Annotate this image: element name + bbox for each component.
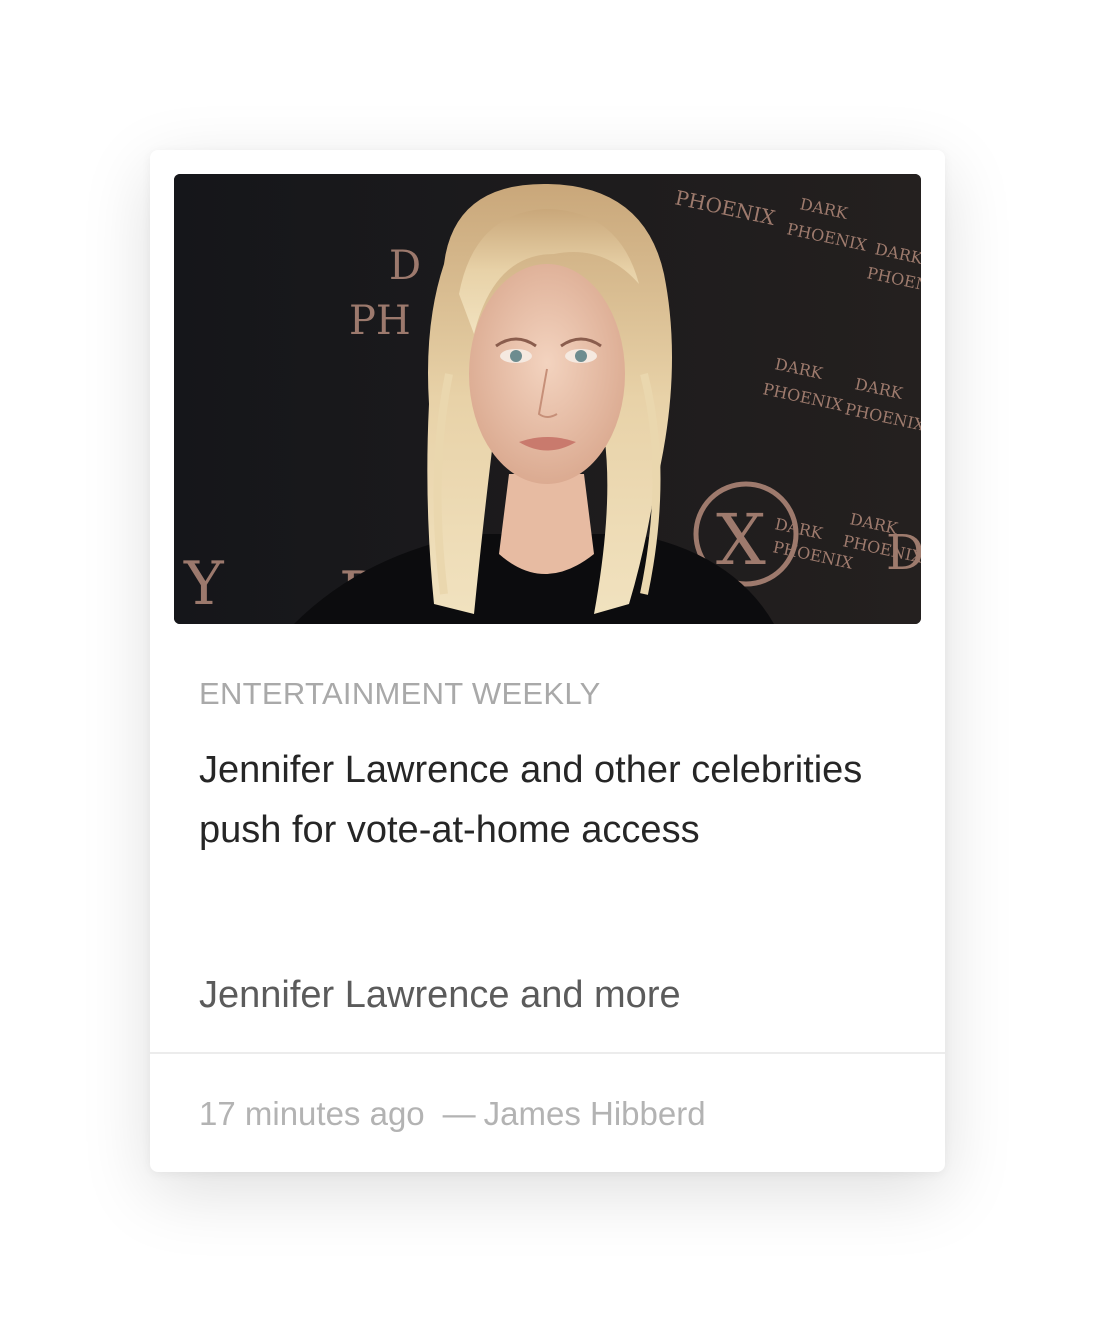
news-card[interactable]: D PH PHOENIX DARK PHOENIX DARK PHOENIX D…	[150, 150, 945, 1172]
article-photo: D PH PHOENIX DARK PHOENIX DARK PHOENIX D…	[174, 174, 921, 624]
article-summary: Jennifer Lawrence and more	[199, 974, 681, 1016]
article-image[interactable]: D PH PHOENIX DARK PHOENIX DARK PHOENIX D…	[174, 174, 921, 624]
svg-text:Y: Y	[183, 549, 225, 619]
svg-text:PH: PH	[349, 298, 411, 344]
timestamp: 17 minutes ago	[199, 1095, 425, 1132]
svg-text:DA: DA	[886, 525, 921, 581]
svg-text:X: X	[716, 499, 766, 581]
article-headline[interactable]: Jennifer Lawrence and other celebrities …	[199, 740, 899, 860]
author-name: James Hibberd	[483, 1095, 706, 1132]
meta-separator: —	[442, 1095, 476, 1132]
article-meta: 17 minutes ago — James Hibberd	[199, 1095, 706, 1133]
card-divider	[150, 1052, 945, 1054]
svg-text:D: D	[389, 243, 421, 289]
source-label: ENTERTAINMENT WEEKLY	[199, 676, 601, 711]
